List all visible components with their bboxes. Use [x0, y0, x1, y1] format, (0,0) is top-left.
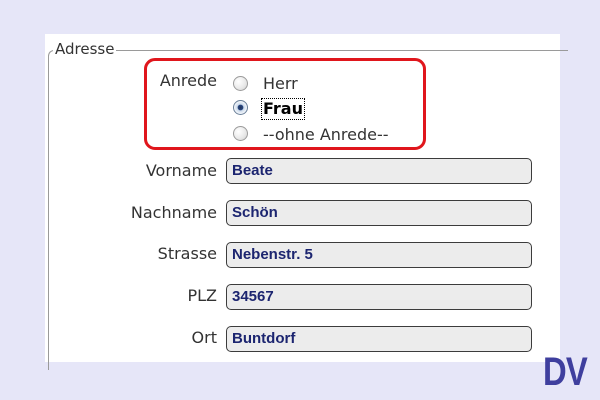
strasse-label: Strasse: [157, 244, 217, 263]
plz-input[interactable]: 34567: [226, 284, 532, 310]
vorname-input[interactable]: Beate: [226, 158, 532, 184]
ort-input[interactable]: Buntdorf: [226, 326, 532, 352]
vorname-label: Vorname: [145, 161, 217, 180]
strasse-input[interactable]: Nebenstr. 5: [226, 242, 532, 268]
ort-label: Ort: [191, 328, 217, 347]
radio-ohne-anrede[interactable]: [233, 126, 248, 141]
radio-frau-label[interactable]: Frau: [261, 98, 305, 120]
dv-logo: DV: [543, 350, 588, 394]
radio-ohne-anrede-label[interactable]: --ohne Anrede--: [263, 125, 389, 145]
plz-label: PLZ: [187, 286, 217, 305]
nachname-input[interactable]: Schön: [226, 200, 532, 226]
fieldset-legend: Adresse: [53, 40, 117, 58]
radio-frau[interactable]: [233, 100, 248, 115]
radio-herr-label[interactable]: Herr: [263, 74, 298, 94]
radio-herr[interactable]: [233, 76, 248, 91]
nachname-label: Nachname: [130, 203, 217, 222]
salutation-label: Anrede: [159, 71, 217, 90]
